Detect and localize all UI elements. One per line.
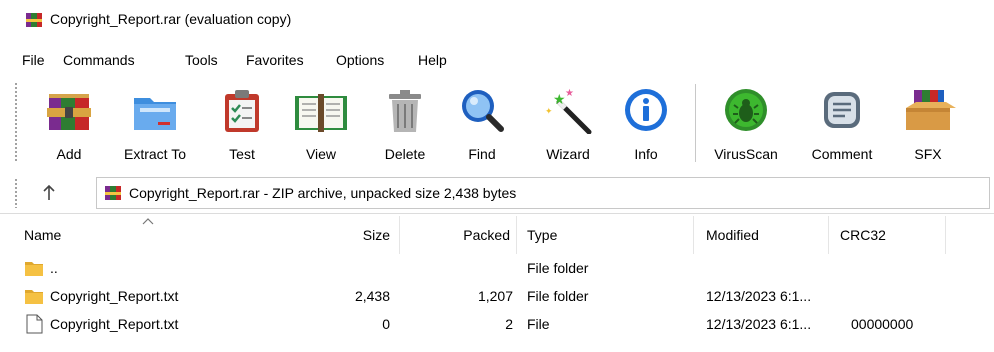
comment-label: Comment	[811, 146, 873, 162]
find-label: Find	[468, 146, 496, 162]
row-crc: 00000000	[851, 316, 914, 332]
view-button[interactable]: View	[288, 80, 354, 168]
row-name: ..	[50, 260, 58, 276]
wizard-icon: ★ ★ ✦	[545, 88, 592, 134]
row-size: 2,438	[354, 288, 390, 304]
virus-scan-icon	[725, 89, 767, 131]
svg-text:★: ★	[565, 88, 574, 99]
info-button[interactable]: Info	[620, 80, 672, 168]
col-crc32[interactable]: CRC32	[840, 227, 886, 243]
folder-icon	[25, 262, 43, 276]
column-divider[interactable]	[399, 216, 400, 254]
address-field[interactable]: Copyright_Report.rar - ZIP archive, unpa…	[96, 177, 990, 209]
row-name: Copyright_Report.txt	[50, 316, 179, 332]
column-divider[interactable]	[516, 216, 517, 254]
comment-button[interactable]: Comment	[798, 80, 886, 168]
sfx-icon	[906, 90, 956, 130]
wizard-label: Wizard	[546, 146, 590, 162]
delete-icon	[389, 90, 421, 132]
row-modified: 12/13/2023 6:1...	[706, 288, 812, 304]
find-button[interactable]: Find	[456, 80, 508, 168]
address-grip[interactable]	[14, 178, 18, 208]
add-button[interactable]: Add	[40, 80, 98, 168]
test-button[interactable]: Test	[214, 80, 270, 168]
sfx-label: SFX	[914, 146, 942, 162]
sfx-button[interactable]: SFX	[896, 80, 960, 168]
svg-text:✦: ✦	[545, 107, 553, 117]
view-icon	[295, 94, 347, 132]
address-text: Copyright_Report.rar - ZIP archive, unpa…	[129, 185, 517, 201]
folder-icon	[25, 290, 43, 304]
row-packed: 1,207	[477, 288, 513, 304]
winrar-app-icon	[26, 13, 42, 27]
view-label: View	[305, 146, 337, 162]
add-icon	[47, 94, 91, 130]
virus-scan-button[interactable]: VirusScan	[706, 80, 786, 168]
column-divider[interactable]	[828, 216, 829, 254]
wizard-button[interactable]: ★ ★ ✦ Wizard	[536, 80, 600, 168]
row-modified: 12/13/2023 6:1...	[706, 316, 812, 332]
row-type: File folder	[527, 288, 589, 304]
col-size[interactable]: Size	[306, 227, 390, 243]
title-bar: Copyright_Report.rar (evaluation copy)	[0, 0, 994, 40]
extract-to-icon	[134, 98, 176, 130]
toolbar-separator	[695, 84, 696, 162]
row-size: 0	[382, 316, 390, 332]
menu-options[interactable]: Options	[334, 52, 386, 68]
extract-to-label: Extract To	[124, 146, 186, 162]
toolbar-grip[interactable]	[14, 82, 18, 162]
list-item-parent[interactable]: .. File folder	[0, 255, 994, 283]
find-icon	[462, 90, 504, 132]
column-header: Name Size Packed Type Modified CRC32	[0, 214, 994, 256]
virus-scan-label: VirusScan	[714, 146, 778, 162]
menu-favorites[interactable]: Favorites	[244, 52, 306, 68]
add-label: Add	[56, 146, 82, 162]
comment-icon	[824, 92, 860, 128]
up-arrow-icon[interactable]	[38, 182, 60, 204]
menu-help[interactable]: Help	[416, 52, 449, 68]
test-icon	[225, 90, 259, 132]
svg-text:★: ★	[553, 92, 566, 108]
col-name[interactable]: Name	[24, 227, 61, 243]
info-icon	[625, 89, 667, 131]
column-divider[interactable]	[945, 216, 946, 254]
list-item-folder[interactable]: Copyright_Report.txt 2,438 1,207 File fo…	[0, 283, 994, 311]
archive-icon	[105, 186, 121, 200]
col-type[interactable]: Type	[527, 227, 557, 243]
menu-commands[interactable]: Commands	[61, 52, 137, 68]
list-item-file[interactable]: Copyright_Report.txt 0 2 File 12/13/2023…	[0, 311, 994, 339]
row-packed: 2	[505, 316, 513, 332]
col-modified[interactable]: Modified	[706, 227, 759, 243]
menu-tools[interactable]: Tools	[183, 52, 220, 68]
extract-to-button[interactable]: Extract To	[112, 80, 198, 168]
info-label: Info	[634, 146, 658, 162]
test-label: Test	[229, 146, 255, 162]
delete-label: Delete	[384, 146, 426, 162]
delete-button[interactable]: Delete	[374, 80, 436, 168]
column-divider[interactable]	[693, 216, 694, 254]
row-name: Copyright_Report.txt	[50, 288, 179, 304]
col-packed[interactable]: Packed	[400, 227, 510, 243]
menu-file[interactable]: File	[20, 52, 47, 68]
row-type: File	[527, 316, 550, 332]
file-icon	[26, 314, 43, 334]
window-title: Copyright_Report.rar (evaluation copy)	[50, 11, 292, 27]
menu-bar: File Commands Tools Favorites Options He…	[0, 50, 994, 74]
row-type: File folder	[527, 260, 589, 276]
